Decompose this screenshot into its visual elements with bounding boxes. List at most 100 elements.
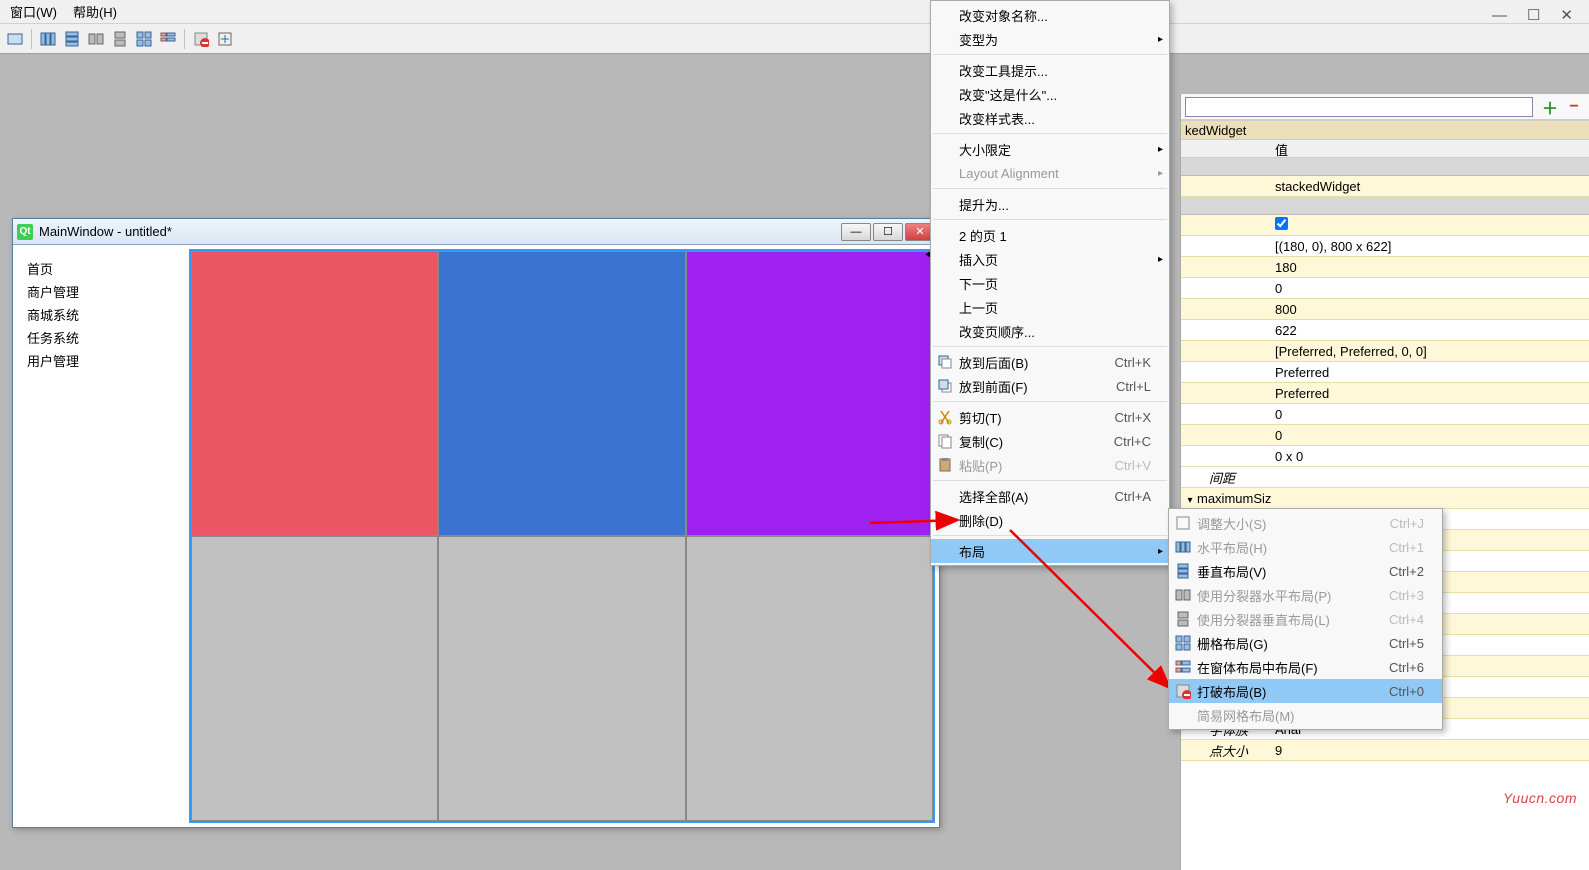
menu-item[interactable]: 放到前面(F)Ctrl+L bbox=[931, 374, 1169, 398]
prop-value[interactable]: Preferred bbox=[1271, 365, 1589, 380]
prop-value[interactable]: 0 x 0 bbox=[1271, 449, 1589, 464]
sidebar-list[interactable]: 首页 商户管理 商城系统 任务系统 用户管理 bbox=[17, 249, 187, 823]
menu-item-label: 选择全部(A) bbox=[959, 487, 1028, 506]
property-row[interactable]: [(180, 0), 800 x 622] bbox=[1181, 236, 1589, 257]
hlayout-icon[interactable] bbox=[37, 28, 59, 50]
grid-cell[interactable] bbox=[191, 536, 438, 821]
menu-item[interactable]: 剪切(T)Ctrl+X bbox=[931, 405, 1169, 429]
list-item[interactable]: 首页 bbox=[27, 257, 177, 280]
property-row[interactable]: 622 bbox=[1181, 320, 1589, 341]
menu-item[interactable]: 布局 bbox=[931, 539, 1169, 563]
remove-property-button[interactable]: − bbox=[1563, 96, 1585, 118]
property-row[interactable]: 180 bbox=[1181, 257, 1589, 278]
add-property-button[interactable]: ＋ bbox=[1539, 96, 1561, 118]
vlayout-icon[interactable] bbox=[61, 28, 83, 50]
menu-item[interactable]: 大小限定 bbox=[931, 137, 1169, 161]
prop-value[interactable]: 9 bbox=[1271, 743, 1589, 758]
toolbar-btn-1[interactable] bbox=[4, 28, 26, 50]
menu-item-label: 放到后面(B) bbox=[959, 353, 1028, 372]
property-row[interactable]: 800 bbox=[1181, 299, 1589, 320]
hsplitter-icon[interactable] bbox=[85, 28, 107, 50]
menu-item[interactable]: 改变工具提示... bbox=[931, 58, 1169, 82]
property-row[interactable]: stackedWidget bbox=[1181, 176, 1589, 197]
breaklayout-icon[interactable] bbox=[190, 28, 212, 50]
list-item[interactable]: 商户管理 bbox=[27, 280, 177, 303]
menu-item-label: 简易网格布局(M) bbox=[1197, 706, 1295, 725]
property-row[interactable]: 0 bbox=[1181, 278, 1589, 299]
menu-item[interactable]: 提升为... bbox=[931, 192, 1169, 216]
global-max-button[interactable]: ☐ bbox=[1527, 6, 1540, 24]
property-row[interactable]: 0 x 0 bbox=[1181, 446, 1589, 467]
maximize-button[interactable]: ☐ bbox=[873, 223, 903, 241]
grid-cell[interactable] bbox=[686, 536, 933, 821]
prop-value[interactable]: 180 bbox=[1271, 260, 1589, 275]
prop-value[interactable]: 622 bbox=[1271, 323, 1589, 338]
context-menu: 改变对象名称... 变型为改变工具提示...改变"这是什么"...改变样式表...… bbox=[930, 0, 1170, 566]
prop-value[interactable]: stackedWidget bbox=[1271, 179, 1589, 194]
grid-cell[interactable] bbox=[438, 536, 685, 821]
prop-value[interactable]: 0 bbox=[1271, 407, 1589, 422]
prop-value[interactable]: [Preferred, Preferred, 0, 0] bbox=[1271, 344, 1589, 359]
menu-shortcut: Ctrl+5 bbox=[1389, 636, 1424, 651]
menu-shortcut: Ctrl+4 bbox=[1389, 612, 1424, 627]
menu-item[interactable]: 在窗体布局中布局(F)Ctrl+6 bbox=[1169, 655, 1442, 679]
property-row[interactable]: 0 bbox=[1181, 425, 1589, 446]
grid-cell[interactable] bbox=[438, 251, 685, 536]
prop-value[interactable]: 0 bbox=[1271, 281, 1589, 296]
grid-cell[interactable] bbox=[191, 251, 438, 536]
prop-value[interactable]: [(180, 0), 800 x 622] bbox=[1271, 239, 1589, 254]
menu-item[interactable]: 复制(C)Ctrl+C bbox=[931, 429, 1169, 453]
menu-item[interactable]: 改变"这是什么"... bbox=[931, 82, 1169, 106]
menu-separator bbox=[933, 133, 1167, 134]
property-row[interactable]: 间距 bbox=[1181, 467, 1589, 488]
expand-icon[interactable]: ▾ bbox=[1185, 495, 1195, 506]
list-item[interactable]: 商城系统 bbox=[27, 303, 177, 326]
titlebar[interactable]: Qt MainWindow - untitled* — ☐ ✕ bbox=[13, 219, 939, 245]
menu-window[interactable]: 窗口(W) bbox=[10, 2, 57, 21]
menu-item-label: Layout Alignment bbox=[959, 166, 1059, 181]
prop-value[interactable]: 0 bbox=[1271, 428, 1589, 443]
property-filter-input[interactable] bbox=[1185, 97, 1533, 117]
menu-item[interactable]: 变型为 bbox=[931, 27, 1169, 51]
menu-item[interactable]: 打破布局(B)Ctrl+0 bbox=[1169, 679, 1442, 703]
adjustsize-icon[interactable] bbox=[214, 28, 236, 50]
list-item[interactable]: 任务系统 bbox=[27, 326, 177, 349]
prop-value[interactable] bbox=[1271, 217, 1589, 233]
menu-item[interactable]: 改变对象名称... bbox=[931, 3, 1169, 27]
property-row[interactable]: Preferred bbox=[1181, 383, 1589, 404]
prop-checkbox[interactable] bbox=[1275, 217, 1288, 230]
property-row[interactable] bbox=[1181, 215, 1589, 236]
property-row[interactable]: 0 bbox=[1181, 404, 1589, 425]
vsplitter-icon[interactable] bbox=[109, 28, 131, 50]
prop-name: 间距 bbox=[1181, 468, 1271, 487]
menu-item[interactable]: 垂直布局(V)Ctrl+2 bbox=[1169, 559, 1442, 583]
menu-item-label: 变型为 bbox=[959, 30, 998, 49]
menu-item-label: 2 的页 1 bbox=[959, 226, 1007, 245]
formlayout-icon[interactable] bbox=[157, 28, 179, 50]
menu-item[interactable]: 上一页 bbox=[931, 295, 1169, 319]
menu-item[interactable]: 放到后面(B)Ctrl+K bbox=[931, 350, 1169, 374]
menu-item[interactable]: 删除(D) bbox=[931, 508, 1169, 532]
menu-item[interactable]: 选择全部(A)Ctrl+A bbox=[931, 484, 1169, 508]
menu-item[interactable]: 栅格布局(G)Ctrl+5 bbox=[1169, 631, 1442, 655]
window-body: 首页 商户管理 商城系统 任务系统 用户管理 ◂▸ bbox=[17, 249, 935, 823]
global-min-button[interactable]: — bbox=[1492, 7, 1507, 24]
stacked-widget[interactable]: ◂▸ bbox=[189, 249, 935, 823]
minimize-button[interactable]: — bbox=[841, 223, 871, 241]
grid-cell[interactable] bbox=[686, 251, 933, 536]
gridlayout-icon[interactable] bbox=[133, 28, 155, 50]
menu-item[interactable]: 改变样式表... bbox=[931, 106, 1169, 130]
prop-value[interactable]: 800 bbox=[1271, 302, 1589, 317]
menu-help[interactable]: 帮助(H) bbox=[73, 2, 117, 21]
menu-item[interactable]: 2 的页 1 bbox=[931, 223, 1169, 247]
menu-item[interactable]: 插入页 bbox=[931, 247, 1169, 271]
menu-item[interactable]: 改变页顺序... bbox=[931, 319, 1169, 343]
property-row[interactable]: 点大小9 bbox=[1181, 740, 1589, 761]
menu-item[interactable]: 下一页 bbox=[931, 271, 1169, 295]
list-item[interactable]: 用户管理 bbox=[27, 349, 177, 372]
prop-value[interactable]: Preferred bbox=[1271, 386, 1589, 401]
property-row[interactable]: Preferred bbox=[1181, 362, 1589, 383]
global-close-button[interactable]: ✕ bbox=[1560, 6, 1573, 24]
property-row[interactable]: [Preferred, Preferred, 0, 0] bbox=[1181, 341, 1589, 362]
property-row[interactable]: ▾maximumSize bbox=[1181, 488, 1589, 509]
